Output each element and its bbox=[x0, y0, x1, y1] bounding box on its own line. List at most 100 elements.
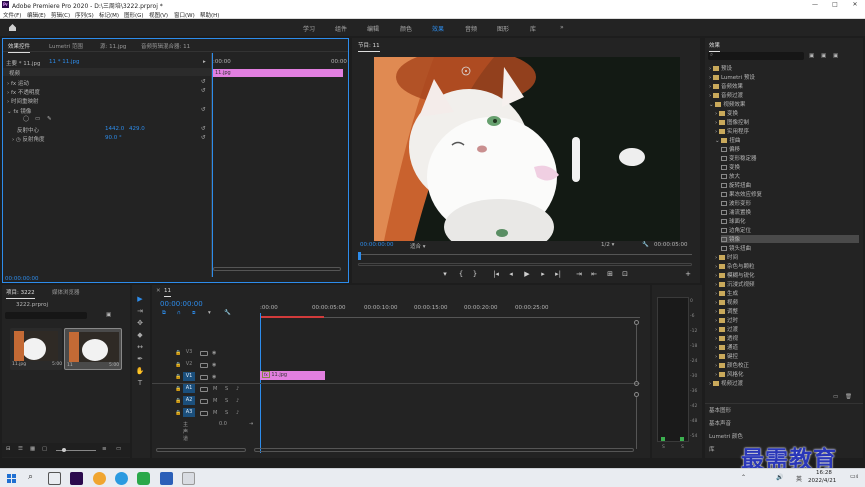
workspace-assembly[interactable]: 组件 bbox=[335, 24, 347, 33]
solo-button[interactable]: S bbox=[225, 398, 228, 404]
track-label[interactable]: V3 bbox=[184, 348, 194, 357]
slip-tool-icon[interactable]: ↔ bbox=[135, 343, 145, 352]
collapse-arrow-icon[interactable]: ▸ bbox=[203, 59, 206, 65]
clip-selector[interactable]: 11 * 11.jpg bbox=[49, 59, 80, 65]
pen-tool-icon[interactable]: ✒ bbox=[135, 355, 145, 364]
tab-media-browser[interactable]: 媒体浏览器 bbox=[52, 288, 80, 296]
effect-folder[interactable]: › 风格化 bbox=[715, 370, 743, 378]
accelerated-effects-icon[interactable]: ▣ bbox=[809, 53, 814, 59]
clock-time[interactable]: 16:28 bbox=[816, 470, 832, 476]
reflection-center-y[interactable]: 429.0 bbox=[129, 126, 145, 132]
sync-lock-icon[interactable] bbox=[200, 363, 208, 368]
timeline-track-scroll[interactable] bbox=[156, 448, 246, 452]
menu-help[interactable]: 帮助(H) bbox=[200, 11, 219, 19]
reset-icon[interactable]: ↺ bbox=[201, 88, 206, 94]
libraries-section[interactable]: 库 bbox=[709, 445, 715, 453]
menu-view[interactable]: 视图(V) bbox=[149, 11, 168, 19]
mute-button[interactable]: M bbox=[213, 398, 217, 404]
effect-item[interactable]: 果冻效应修复 bbox=[721, 190, 762, 198]
workspace-learning[interactable]: 学习 bbox=[303, 24, 315, 33]
fx-time-remap[interactable]: › 时间重映射 bbox=[7, 97, 38, 105]
fx-motion[interactable]: › fx 运动 bbox=[7, 79, 29, 87]
go-to-in-icon[interactable]: |◂ bbox=[491, 270, 501, 278]
effect-folder[interactable]: › 通道 bbox=[715, 343, 738, 351]
mute-button[interactable]: M bbox=[213, 386, 217, 392]
folder-icon[interactable]: ▣ bbox=[106, 312, 111, 318]
solo-button[interactable]: S bbox=[225, 410, 228, 416]
edge-taskbar-icon[interactable] bbox=[115, 472, 128, 485]
new-item-icon[interactable]: ▭ bbox=[116, 446, 121, 452]
reset-icon[interactable]: ↺ bbox=[201, 126, 206, 132]
workspace-libraries[interactable]: 库 bbox=[530, 24, 536, 33]
clock-date[interactable]: 2022/4/21 bbox=[808, 478, 836, 484]
mute-button[interactable]: M bbox=[213, 410, 217, 416]
premiere-taskbar-icon[interactable] bbox=[70, 472, 83, 485]
solo-left-button[interactable]: S bbox=[662, 445, 665, 450]
effect-folder[interactable]: › 音频效果 bbox=[709, 82, 743, 90]
effect-item[interactable]: 湍流置换 bbox=[721, 208, 751, 216]
tray-up-icon[interactable]: ⌃ bbox=[741, 474, 746, 481]
eye-icon[interactable]: ◉ bbox=[212, 374, 216, 380]
timeline-horizontal-scroll[interactable] bbox=[254, 448, 634, 452]
effect-folder[interactable]: › 预设 bbox=[709, 64, 732, 72]
menu-file[interactable]: 文件(F) bbox=[3, 11, 21, 19]
maximize-button[interactable]: □ bbox=[825, 0, 845, 10]
track-label[interactable]: V1 bbox=[183, 372, 195, 381]
notification-icon[interactable]: ▭4 bbox=[850, 473, 858, 480]
effect-folder[interactable]: › 透视 bbox=[715, 334, 738, 342]
solo-right-button[interactable]: S bbox=[681, 445, 684, 450]
task-view-icon[interactable] bbox=[48, 472, 61, 485]
effect-folder[interactable]: ⌄ 视频效果 bbox=[709, 100, 745, 108]
add-marker-icon[interactable]: ▾ bbox=[440, 270, 450, 278]
menu-sequence[interactable]: 序列(S) bbox=[75, 11, 94, 19]
effect-folder[interactable]: › 图像控制 bbox=[715, 118, 749, 126]
timeline-timecode[interactable]: 00:00:00:00 bbox=[160, 300, 203, 308]
sync-lock-icon[interactable] bbox=[200, 375, 208, 380]
home-icon[interactable] bbox=[8, 23, 17, 32]
close-button[interactable]: ✕ bbox=[845, 0, 865, 10]
extract-icon[interactable]: ⇤ bbox=[589, 270, 599, 278]
project-search-input[interactable] bbox=[5, 312, 87, 319]
menu-markers[interactable]: 标记(M) bbox=[99, 11, 119, 19]
menu-clip[interactable]: 剪辑(C) bbox=[51, 11, 70, 19]
workspace-effects[interactable]: 效果 bbox=[432, 24, 444, 33]
step-back-icon[interactable]: ◂ bbox=[506, 270, 516, 278]
sync-lock-icon[interactable] bbox=[200, 411, 208, 416]
effect-folder[interactable]: › 视频过渡 bbox=[709, 379, 743, 387]
lock-icon[interactable]: 🔒 bbox=[175, 362, 181, 368]
mask-ellipse-icon[interactable]: ◯ bbox=[23, 116, 29, 122]
mic-icon[interactable]: ♪ bbox=[236, 410, 239, 416]
effect-item[interactable]: 球面化 bbox=[721, 217, 746, 225]
lift-icon[interactable]: ⇥ bbox=[574, 270, 584, 278]
ime-indicator[interactable]: 英 bbox=[796, 474, 802, 483]
workspace-graphics[interactable]: 图形 bbox=[497, 24, 509, 33]
button-editor-icon[interactable]: + bbox=[683, 270, 693, 278]
resolution-select[interactable]: 1/2 ▾ bbox=[601, 242, 614, 248]
delete-icon[interactable]: 🗑 bbox=[845, 394, 852, 400]
program-playhead[interactable] bbox=[358, 252, 361, 260]
list-view-icon[interactable]: ☰ bbox=[18, 446, 23, 452]
step-forward-icon[interactable]: ▸ bbox=[538, 270, 548, 278]
lock-icon[interactable]: 🔒 bbox=[175, 398, 181, 404]
effect-item[interactable]: 边角定位 bbox=[721, 226, 751, 234]
effect-item-selected[interactable]: 镜像 bbox=[721, 235, 859, 243]
workspace-audio[interactable]: 音频 bbox=[465, 24, 477, 33]
sort-icon[interactable]: ≡ bbox=[102, 446, 107, 452]
tab-source[interactable]: 源: 11.jpg bbox=[100, 42, 126, 50]
yuv-effects-icon[interactable]: ▣ bbox=[833, 53, 838, 59]
reset-icon[interactable]: ↺ bbox=[201, 135, 206, 141]
wechat-taskbar-icon[interactable] bbox=[137, 472, 150, 485]
effect-folder[interactable]: › 过渡 bbox=[715, 325, 738, 333]
hand-tool-icon[interactable]: ✋ bbox=[135, 367, 145, 376]
reset-icon[interactable]: ↺ bbox=[201, 107, 206, 113]
menu-edit[interactable]: 编辑(E) bbox=[27, 11, 46, 19]
mask-rectangle-icon[interactable]: ▭ bbox=[35, 116, 40, 122]
menu-window[interactable]: 窗口(W) bbox=[174, 11, 195, 19]
program-video-frame[interactable] bbox=[374, 57, 680, 241]
track-label[interactable]: A2 bbox=[183, 396, 195, 405]
go-to-out-icon[interactable]: ▸| bbox=[553, 270, 563, 278]
effect-folder[interactable]: › 生成 bbox=[715, 289, 738, 297]
ec-current-time[interactable]: 00:00:00:00 bbox=[5, 276, 39, 282]
lock-icon[interactable]: 🔒 bbox=[175, 374, 181, 380]
ec-playhead[interactable] bbox=[212, 53, 213, 277]
